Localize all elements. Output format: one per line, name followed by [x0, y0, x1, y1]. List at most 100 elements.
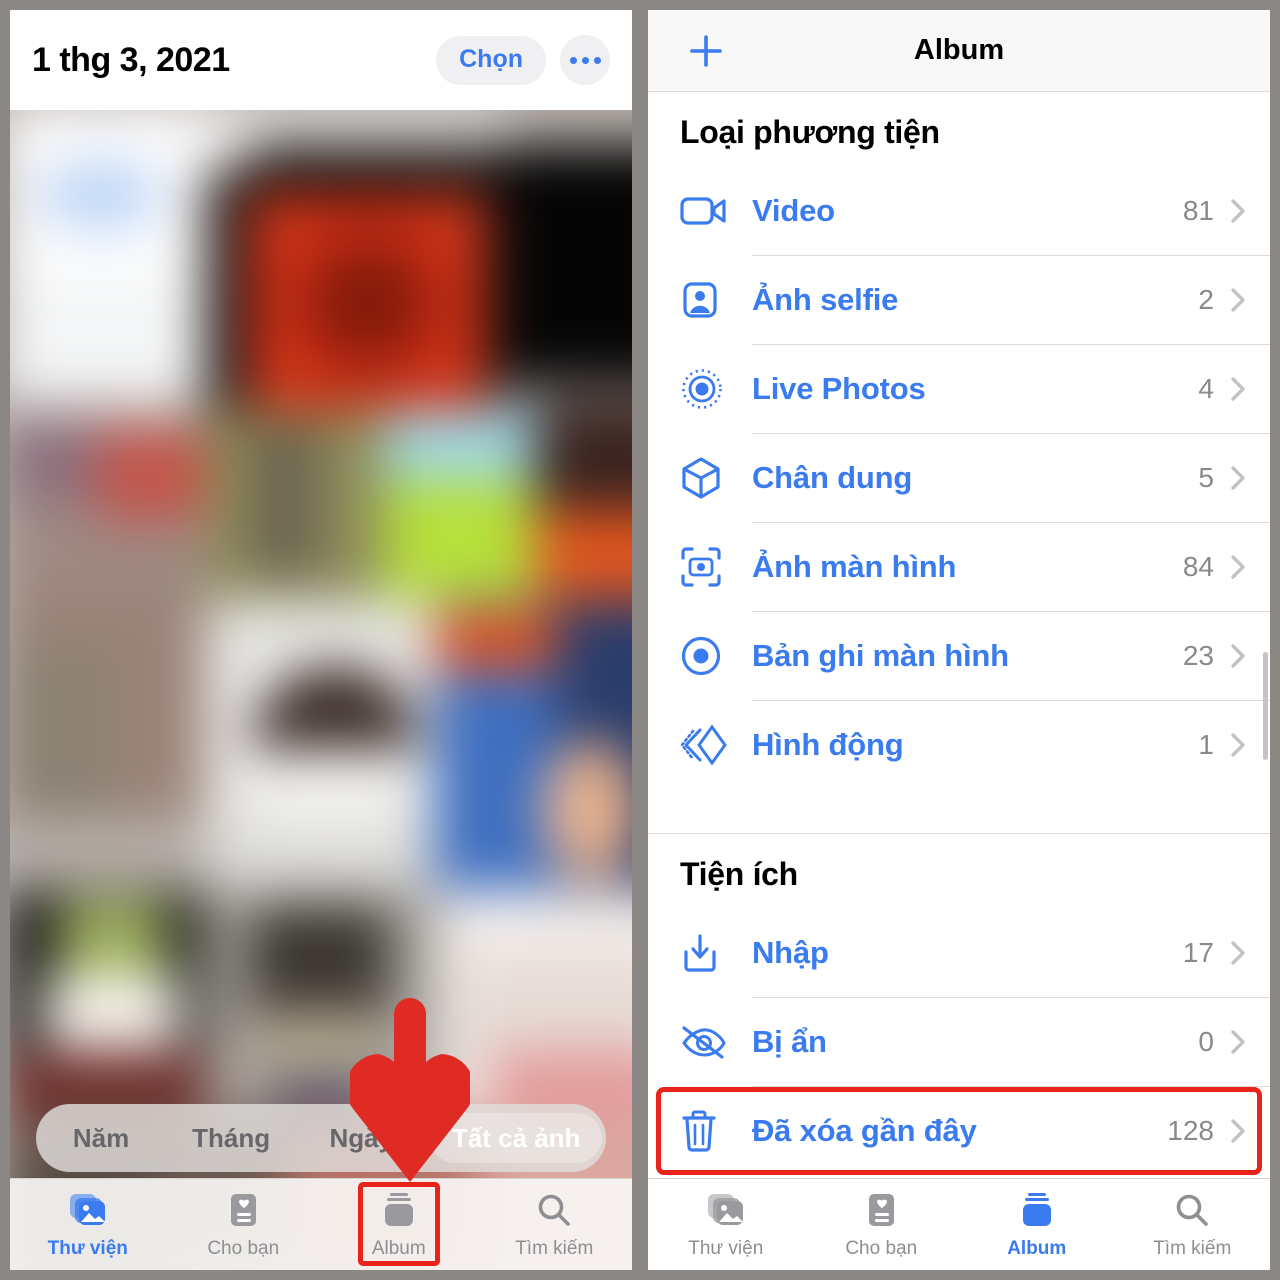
tab-cho-ban[interactable]: Cho bạn [166, 1189, 322, 1260]
album-row-selfie[interactable]: Ảnh selfie 2 [648, 256, 1270, 344]
right-phone-panel: Album Loại phương tiện Video 81 Ảnh self… [648, 10, 1270, 1270]
animated-motion-icon [680, 723, 736, 767]
chevron-right-icon [1230, 287, 1246, 313]
album-row-imports[interactable]: Nhập 17 [648, 909, 1270, 997]
album-row-screenshots[interactable]: Ảnh màn hình 84 [648, 523, 1270, 611]
person-portrait-icon [680, 280, 736, 320]
tab-tim-kiem[interactable]: Tìm kiếm [477, 1189, 633, 1260]
albums-stack-icon [1018, 1189, 1056, 1231]
import-tray-icon [680, 932, 736, 974]
tab-album[interactable]: Album [321, 1182, 477, 1266]
tab-label: Album [1007, 1238, 1067, 1259]
tab-label: Tìm kiếm [515, 1238, 594, 1259]
tab-label: Tìm kiếm [1153, 1238, 1232, 1259]
left-phone-panel: 1 thg 3, 2021 Chọn Năm Tháng Ngày Tất cả… [10, 10, 632, 1270]
tab-thu-vien[interactable]: Thư viện [10, 1189, 166, 1260]
live-photo-icon [680, 367, 736, 411]
album-label: Chân dung [752, 460, 913, 495]
collage-shapes [10, 110, 632, 1270]
album-label: Ảnh màn hình [752, 549, 957, 584]
album-label: Bản ghi màn hình [752, 638, 1009, 673]
record-dot-icon [680, 635, 736, 677]
album-tab-highlight-box [357, 1182, 440, 1266]
album-label: Video [752, 193, 835, 228]
tab-label: Thư viện [47, 1238, 128, 1259]
chevron-right-icon [1230, 732, 1246, 758]
segment-thang[interactable]: Tháng [166, 1125, 296, 1151]
chevron-right-icon [1230, 554, 1246, 580]
album-label: Ảnh selfie [752, 282, 899, 317]
chevron-right-icon [1230, 198, 1246, 224]
album-count: 5 [1198, 462, 1214, 493]
albums-header: Album [648, 10, 1270, 92]
video-camera-icon [680, 194, 736, 228]
album-count: 1 [1198, 729, 1214, 760]
tab-label: Cho bạn [845, 1238, 918, 1259]
tab-cho-ban[interactable]: Cho bạn [804, 1189, 960, 1260]
album-row-live-photos[interactable]: Live Photos 4 [648, 345, 1270, 433]
album-row-hidden[interactable]: Bị ẩn 0 [648, 998, 1270, 1086]
trash-icon [680, 1109, 736, 1153]
tab-label: Thư viện [688, 1238, 764, 1259]
chevron-right-icon [1230, 1118, 1246, 1144]
section-header-media-types: Loại phương tiện [680, 114, 940, 150]
page-title: Album [913, 34, 1005, 66]
albums-list[interactable]: Loại phương tiện Video 81 Ảnh selfie 2 L… [648, 92, 1270, 1178]
plus-icon [690, 34, 722, 67]
ellipsis-icon [569, 56, 577, 64]
album-label: Live Photos [752, 371, 926, 406]
right-tabbar[interactable]: Thư viện Cho bạn Album Tìm kiếm [648, 1178, 1270, 1270]
photo-grid-blurred[interactable] [10, 110, 632, 1270]
album-count: 0 [1198, 1026, 1214, 1057]
tab-tim-kiem[interactable]: Tìm kiếm [1115, 1189, 1271, 1260]
screenshot-icon [680, 546, 736, 588]
search-icon [1174, 1189, 1210, 1231]
search-icon [536, 1189, 572, 1231]
ellipsis-icon [593, 56, 601, 64]
chevron-right-icon [1230, 643, 1246, 669]
album-count: 17 [1182, 937, 1214, 968]
left-tabbar[interactable]: Thư viện Cho bạn Album Tìm kiếm [10, 1178, 632, 1270]
album-label: Đã xóa gần đây [752, 1113, 977, 1148]
segment-nam[interactable]: Năm [36, 1125, 166, 1151]
album-count: 23 [1182, 640, 1214, 671]
select-button[interactable]: Chọn [436, 35, 546, 85]
more-options-button[interactable] [560, 35, 610, 85]
section-spacer [648, 789, 1270, 833]
album-row-screen-recordings[interactable]: Bản ghi màn hình 23 [648, 612, 1270, 700]
tab-thu-vien[interactable]: Thư viện [648, 1189, 804, 1260]
eye-slash-icon [680, 1024, 736, 1060]
chevron-right-icon [1230, 940, 1246, 966]
album-count: 128 [1167, 1115, 1214, 1146]
album-row-animated[interactable]: Hình động 1 [648, 701, 1270, 789]
chevron-right-icon [1230, 1029, 1246, 1055]
add-album-button[interactable] [686, 31, 726, 71]
photos-library-header: 1 thg 3, 2021 Chọn [10, 10, 632, 110]
tab-label: Cho bạn [207, 1238, 280, 1259]
photo-stack-icon [68, 1189, 108, 1231]
tab-album[interactable]: Album [959, 1189, 1115, 1260]
album-row-video[interactable]: Video 81 [648, 167, 1270, 255]
album-row-recently-deleted[interactable]: Đã xóa gần đây 128 [648, 1087, 1270, 1175]
chevron-right-icon [1230, 465, 1246, 491]
arrow-shape [345, 998, 475, 1182]
album-row-portrait[interactable]: Chân dung 5 [648, 434, 1270, 522]
album-label: Nhập [752, 935, 829, 970]
screenshot-root: 1 thg 3, 2021 Chọn Năm Tháng Ngày Tất cả… [0, 0, 1280, 1280]
blurred-photo-collage [10, 110, 632, 1270]
header-actions: Chọn [436, 35, 610, 85]
for-you-card-icon [864, 1189, 898, 1231]
chevron-right-icon [1230, 376, 1246, 402]
timeline-segmented-control[interactable]: Năm Tháng Ngày Tất cả ảnh [36, 1104, 606, 1172]
ellipsis-icon [581, 56, 589, 64]
for-you-card-icon [226, 1189, 260, 1231]
album-count: 2 [1198, 284, 1214, 315]
photo-stack-icon [706, 1189, 746, 1231]
section-header-utilities: Tiện ích [680, 856, 798, 892]
cube-icon [680, 456, 736, 500]
album-count: 4 [1198, 373, 1214, 404]
album-label: Bị ẩn [752, 1024, 827, 1059]
page-title: 1 thg 3, 2021 [32, 40, 230, 79]
down-arrow-annotation [345, 992, 475, 1182]
album-count: 84 [1182, 551, 1214, 582]
